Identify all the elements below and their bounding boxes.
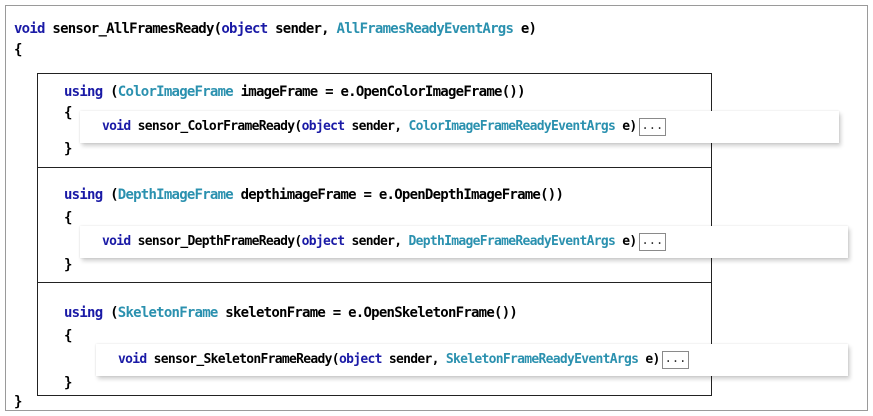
using-statement-color: using (ColorImageFrame imageFrame = e.Op… (64, 83, 525, 101)
frame-type: SkeletonFrame (117, 305, 219, 321)
event-args-type: ColorImageFrameReadyEventArgs (408, 119, 616, 134)
using-statement-depth: using (DepthImageFrame depthimageFrame =… (64, 186, 564, 204)
collapsed-ellipsis-button[interactable]: ... (638, 117, 667, 136)
signature-tail: e) (638, 352, 660, 367)
using-paren: ( (102, 305, 118, 321)
using-rest: skeletonFrame = e.OpenSkeletonFrame()) (217, 305, 518, 321)
method-signature: void sensor_AllFramesReady(object sender… (14, 20, 537, 38)
using-rest: imageFrame = e.OpenColorImageFrame()) (232, 84, 526, 100)
object-keyword: object (221, 21, 268, 37)
void-keyword: void (118, 352, 147, 367)
collapsed-ellipsis-button[interactable]: ... (638, 232, 667, 251)
method-name: sensor_ColorFrameReady( (130, 119, 303, 134)
sender-param: sender, (381, 352, 446, 367)
using-close-brace: } (64, 257, 72, 273)
object-keyword: object (301, 119, 345, 134)
method-open-brace: { (14, 42, 22, 58)
using-statement-skeleton: using (SkeletonFrame skeletonFrame = e.O… (64, 304, 518, 322)
using-rest: depthimageFrame = e.OpenDepthImageFrame(… (232, 187, 564, 203)
method-name: sensor_DepthFrameReady( (130, 234, 303, 249)
method-name: sensor_AllFramesReady( (44, 21, 222, 37)
frame-type: DepthImageFrame (117, 187, 234, 203)
using-keyword: using (64, 187, 103, 203)
using-block-skeleton (37, 282, 712, 396)
signature-tail: e) (615, 234, 637, 249)
sender-param: sender, (267, 21, 337, 37)
void-keyword: void (102, 234, 131, 249)
void-keyword: void (14, 21, 45, 37)
object-keyword: object (301, 234, 345, 249)
object-keyword: object (338, 352, 382, 367)
event-args-type: SkeletonFrameReadyEventArgs (445, 352, 639, 367)
using-close-brace: } (64, 141, 72, 157)
using-open-brace: { (64, 328, 72, 344)
signature-tail: e) (513, 21, 537, 37)
method-name: sensor_SkeletonFrameReady( (146, 352, 340, 367)
using-open-brace: { (64, 105, 72, 121)
using-paren: ( (102, 84, 118, 100)
frame-type: ColorImageFrame (117, 84, 234, 100)
sender-param: sender, (344, 234, 409, 249)
using-paren: ( (102, 187, 118, 203)
collapsed-method-skeleton[interactable]: void sensor_SkeletonFrameReady(object se… (96, 344, 848, 376)
signature-tail: e) (615, 119, 637, 134)
using-open-brace: { (64, 210, 72, 226)
void-keyword: void (102, 119, 131, 134)
collapsed-method-color[interactable]: void sensor_ColorFrameReady(object sende… (80, 111, 839, 143)
using-close-brace: } (64, 375, 72, 391)
sender-param: sender, (344, 119, 409, 134)
event-args-type: AllFramesReadyEventArgs (336, 21, 514, 37)
event-args-type: DepthImageFrameReadyEventArgs (408, 234, 616, 249)
collapsed-method-depth[interactable]: void sensor_DepthFrameReady(object sende… (80, 226, 848, 258)
using-keyword: using (64, 84, 103, 100)
collapsed-ellipsis-button[interactable]: ... (661, 350, 690, 369)
method-close-brace: } (14, 394, 22, 410)
using-keyword: using (64, 305, 103, 321)
